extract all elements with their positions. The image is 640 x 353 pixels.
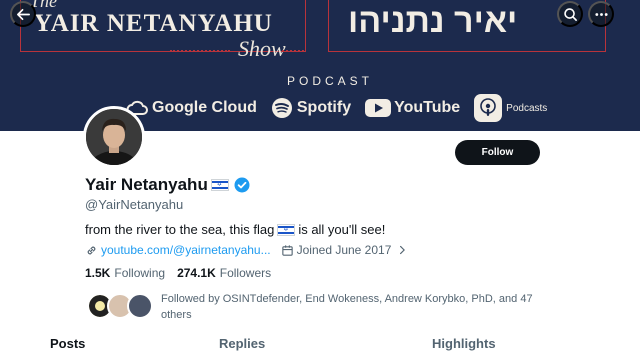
calendar-icon: [281, 244, 293, 256]
tab-posts[interactable]: Posts: [50, 336, 85, 351]
followed-by-text: Followed by OSINTdefender, End Wokeness,…: [161, 293, 533, 321]
bio-text-end: is all you'll see!: [298, 222, 386, 237]
link-icon: [87, 246, 96, 254]
platform-label: Podcasts: [506, 102, 548, 114]
platform-logos: Google Cloud Spotify YouTube Podcasts: [126, 94, 561, 122]
profile-tabs: Posts Replies Highlights: [0, 334, 640, 353]
platform-youtube: YouTube: [365, 99, 460, 117]
more-icon: [594, 12, 608, 16]
platform-apple-podcasts: Podcasts: [474, 94, 547, 122]
website-link[interactable]: youtube.com/@yairnetanyahu...: [101, 243, 271, 257]
profile-meta: youtube.com/@yairnetanyahu... Joined Jun…: [85, 243, 410, 257]
verified-badge-icon[interactable]: [234, 177, 250, 193]
followers-label: Followers: [219, 266, 272, 280]
banner-divider-left: [170, 50, 230, 52]
platform-label: Google Cloud: [152, 99, 257, 116]
banner-title-english: YAIR NETANYAHU: [34, 10, 273, 37]
banner-divider-right: [282, 50, 304, 52]
search-button[interactable]: [557, 1, 583, 27]
followers-you-know[interactable]: Followed by OSINTdefender, End Wokeness,…: [87, 291, 547, 323]
podcasts-icon: [474, 94, 503, 122]
more-options-button[interactable]: [588, 1, 614, 27]
youtube-icon: [365, 99, 392, 117]
follow-stats: 1.5K Following 274.1K Followers: [85, 266, 283, 280]
back-arrow-icon: [16, 8, 30, 20]
profile-name-row: Yair Netanyahu ✡: [85, 175, 250, 195]
following-label: Following: [114, 266, 166, 280]
platform-spotify: Spotify: [271, 97, 351, 119]
follow-button[interactable]: Follow: [455, 140, 540, 165]
avatar: [127, 293, 153, 319]
mutual-follower-avatars: [87, 291, 155, 319]
search-icon: [563, 7, 577, 21]
following-link[interactable]: 1.5K Following: [85, 266, 165, 280]
chevron-right-icon[interactable]: [397, 245, 407, 255]
platform-label: YouTube: [394, 99, 461, 116]
israel-flag-icon: ✡: [210, 179, 229, 191]
profile-bio: from the river to the sea, this flag ✡ i…: [85, 222, 385, 237]
followers-count: 274.1K: [177, 266, 216, 280]
tab-highlights[interactable]: Highlights: [432, 336, 496, 351]
banner-podcast-label: PODCAST: [286, 74, 373, 88]
platform-google-cloud: Google Cloud: [126, 99, 257, 117]
tab-replies[interactable]: Replies: [219, 336, 265, 351]
username-handle: @YairNetanyahu: [85, 197, 184, 212]
platform-label: Spotify: [296, 99, 352, 116]
profile-avatar[interactable]: [83, 106, 145, 168]
back-button[interactable]: [10, 1, 36, 27]
display-name: Yair Netanyahu: [85, 175, 208, 194]
israel-flag-icon: ✡: [277, 223, 296, 236]
followers-link[interactable]: 274.1K Followers: [177, 266, 271, 280]
banner-show: Show: [238, 36, 286, 61]
spotify-icon: [271, 98, 292, 118]
join-date: Joined June 2017: [296, 243, 392, 257]
bio-text-start: from the river to the sea, this flag: [85, 222, 275, 237]
banner-title-hebrew: יאיר נתניהו: [348, 2, 518, 40]
avatar-portrait: [86, 109, 142, 165]
following-count: 1.5K: [85, 266, 111, 280]
